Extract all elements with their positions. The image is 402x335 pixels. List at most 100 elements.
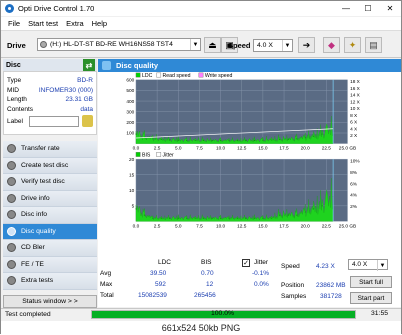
save-disk-icon[interactable]: ▤ xyxy=(365,37,382,53)
legend-label: LDC xyxy=(142,73,153,79)
drive-toolbar: Drive (H:) HL-DT-ST BD-RE WH16NS58 TST4 … xyxy=(1,32,401,58)
legend-swatch xyxy=(156,72,162,78)
legend-swatch xyxy=(198,72,204,78)
image-caption: 661x524 50kb PNG xyxy=(1,321,401,335)
x-tick-label: 25.0 GB xyxy=(339,146,356,152)
bis-point xyxy=(313,208,315,210)
window-title: Opti Drive Control 1.70 xyxy=(18,4,95,13)
menu-bar: File Start test Extra Help xyxy=(1,17,401,31)
y-tick-label: 10 xyxy=(129,188,135,194)
legend-label: Jitter xyxy=(163,153,174,159)
nav-icon xyxy=(7,210,16,220)
y-tick-label: 5 xyxy=(132,204,135,210)
status-window-button[interactable]: Status window > > xyxy=(3,295,97,308)
menu-help[interactable]: Help xyxy=(88,19,111,28)
menu-start-test[interactable]: Start test xyxy=(24,19,62,28)
disc-field-length: Length 23.31 GB xyxy=(7,95,93,105)
panel-header: Disc quality xyxy=(98,59,401,72)
nav-icon xyxy=(7,243,16,253)
y-right-tick-label: 6 X xyxy=(350,120,358,126)
nav-item-create-test-disc[interactable]: Create test disc xyxy=(3,157,97,174)
legend-label: Read speed xyxy=(163,73,191,79)
col-bis: BIS xyxy=(201,259,212,266)
nav-item-fe-te[interactable]: FE / TE xyxy=(3,256,97,273)
col-ldc: LDC xyxy=(158,259,172,266)
arrow-right-icon[interactable]: ➔ xyxy=(298,37,315,53)
ldc-point xyxy=(253,139,255,141)
y-tick-label: 400 xyxy=(126,99,134,105)
legend-swatch xyxy=(156,152,162,157)
x-tick-label: 7.5 xyxy=(196,146,203,152)
close-button[interactable]: ✕ xyxy=(379,1,401,16)
ldc-point xyxy=(194,139,196,141)
erase-icon[interactable]: ◆ xyxy=(323,37,340,53)
bis-point xyxy=(245,217,247,219)
row-total-label: Total xyxy=(100,292,114,299)
drive-select[interactable]: (H:) HL-DT-ST BD-RE WH16NS58 TST4 ▼ xyxy=(37,38,201,51)
bis-point xyxy=(253,217,255,219)
max-jitter: 0.0% xyxy=(254,281,269,288)
nav-item-verify-test-disc[interactable]: Verify test disc xyxy=(3,174,97,191)
nav-item-extra-tests[interactable]: Extra tests xyxy=(3,273,97,290)
y-right-tick-label: 4 X xyxy=(350,126,358,132)
y-right-tick-label: 8% xyxy=(350,170,358,176)
jitter-checkbox[interactable]: ✓ xyxy=(242,259,250,267)
refresh-icon[interactable]: ⇄ xyxy=(83,59,95,71)
bis-point xyxy=(228,217,230,219)
maximize-button[interactable]: ☐ xyxy=(357,1,379,16)
ldc-point xyxy=(262,139,264,141)
speed-stat-value: 4.23 X xyxy=(316,263,335,270)
disc-quality-charts: LDC Read speed Write speed 0.0 2.5 5.0 7.5 10.0… xyxy=(98,72,401,230)
speed-label: Speed xyxy=(228,41,251,50)
ldc-point xyxy=(313,135,315,137)
total-ldc: 15082539 xyxy=(138,292,167,299)
nav-item-transfer-rate[interactable]: Transfer rate xyxy=(3,141,97,158)
x-tick-label: 2.5 xyxy=(154,223,161,229)
ldc-point xyxy=(245,139,247,141)
x-tick-label: 5.0 xyxy=(175,146,182,152)
y-right-tick-label: 2% xyxy=(350,204,358,210)
status-text: Test completed xyxy=(5,311,51,318)
x-tick-label: 20.0 xyxy=(301,223,311,229)
y-right-tick-label: 10 X xyxy=(350,106,361,112)
label-edit-icon[interactable] xyxy=(81,115,93,127)
y-tick-label: 200 xyxy=(126,120,134,126)
nav-item-disc-quality[interactable]: Disc quality xyxy=(3,223,97,240)
bis-point xyxy=(177,217,179,219)
legend-label: BIS xyxy=(142,153,151,159)
menu-file[interactable]: File xyxy=(4,19,24,28)
field-key: Length xyxy=(7,96,27,104)
app-logo-icon xyxy=(5,4,14,13)
disc-header-label: Disc xyxy=(6,61,21,69)
start-part-button[interactable]: Start part xyxy=(350,292,392,304)
x-tick-label: 20.0 xyxy=(301,146,311,152)
menu-extra[interactable]: Extra xyxy=(62,19,88,28)
test-speed-select[interactable]: 4.0 X ▼ xyxy=(348,259,388,271)
bis-point xyxy=(304,211,306,213)
eject-button[interactable]: ⏏ xyxy=(204,37,221,53)
bis-point xyxy=(135,208,137,210)
legend-swatch xyxy=(135,72,141,78)
nav-item-cd-bler[interactable]: CD Bler xyxy=(3,240,97,257)
minimize-button[interactable]: — xyxy=(335,1,357,16)
bis-point xyxy=(287,214,289,216)
nav-item-drive-info[interactable]: Drive info xyxy=(3,190,97,207)
nav-label: Disc info xyxy=(21,211,48,219)
start-full-button[interactable]: Start full xyxy=(350,276,392,288)
nav-icon xyxy=(7,259,16,269)
y-tick-label: 15 xyxy=(129,172,135,178)
bis-point xyxy=(169,217,171,219)
y-tick-label: 100 xyxy=(126,131,134,137)
ldc-point xyxy=(321,133,323,135)
speed-select[interactable]: 4.0 X ▼ xyxy=(253,39,293,52)
ldc-point xyxy=(296,138,298,140)
settings-icon[interactable]: ✦ xyxy=(344,37,361,53)
nav-label: Transfer rate xyxy=(21,145,60,153)
nav-item-disc-info[interactable]: Disc info xyxy=(3,207,97,224)
bis-point xyxy=(186,217,188,219)
disc-label-input[interactable] xyxy=(28,115,79,127)
x-tick-label: 12.5 xyxy=(237,223,247,229)
speed-select-value: 4.0 X xyxy=(257,42,273,49)
x-tick-label: 17.5 xyxy=(279,146,289,152)
nav-icon xyxy=(7,276,16,286)
